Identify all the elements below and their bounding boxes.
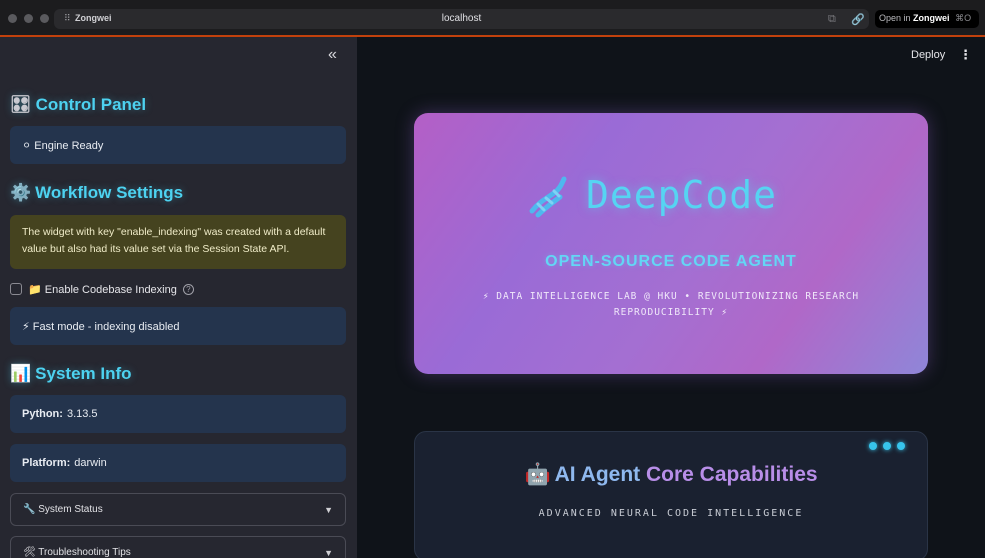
capabilities-card: 🤖 AI Agent Core Capabilities ADVANCED NEU… bbox=[414, 431, 928, 558]
indexing-status-text: ⚡ Fast mode - indexing disabled bbox=[22, 320, 180, 333]
help-icon[interactable]: ? bbox=[182, 283, 194, 295]
hero-logo: DeepCode bbox=[524, 171, 777, 219]
hero-tagline: ⚡ DATA INTELLIGENCE LAB @ HKU • REVOLUTI… bbox=[482, 291, 860, 318]
control-knobs-icon: 🎛 bbox=[10, 95, 32, 114]
bar-chart-icon: 📊 bbox=[10, 364, 32, 383]
enable-indexing-checkbox-row[interactable]: 📁 Enable Codebase Indexing ? bbox=[10, 280, 194, 298]
control-panel-title: Control Panel bbox=[35, 95, 147, 114]
system-info-heading: 📊 System Info bbox=[10, 364, 132, 384]
open-in-shortcut: ⌘O bbox=[955, 13, 972, 23]
browser-chrome: ⠿ Zongwei localhost ⧉ 🔗 Open in Zongwei … bbox=[0, 0, 985, 37]
gear-icon: ⚙️ bbox=[10, 183, 32, 202]
workflow-settings-heading: ⚙️ Workflow Settings bbox=[10, 183, 183, 203]
main-menu-icon[interactable]: ⋮ bbox=[959, 47, 972, 63]
python-version-card: Python: 3.13.5 bbox=[10, 395, 346, 433]
capabilities-title: 🤖 AI Agent Core Capabilities bbox=[415, 463, 927, 487]
collapse-sidebar-button[interactable]: « bbox=[328, 46, 337, 64]
open-in-button[interactable]: Open in Zongwei ⌘O bbox=[875, 10, 979, 28]
status-dots bbox=[869, 442, 905, 450]
platform-value: darwin bbox=[74, 457, 107, 469]
system-status-expander[interactable]: 🔧 System Status ▼ bbox=[10, 493, 346, 526]
url-text[interactable]: localhost bbox=[54, 13, 869, 24]
cast-icon[interactable]: ⧉ bbox=[828, 13, 836, 26]
open-in-label: Open in bbox=[879, 13, 911, 23]
troubleshooting-label: 🛠 Troubleshooting Tips bbox=[23, 547, 131, 558]
address-bar[interactable]: ⠿ Zongwei localhost ⧉ 🔗 bbox=[54, 9, 869, 29]
engine-status-text: ⚪ Engine Ready bbox=[22, 139, 104, 152]
capabilities-title-part1: AI Agent bbox=[554, 463, 641, 486]
system-status-label: 🔧 System Status bbox=[23, 504, 103, 515]
close-window-button[interactable] bbox=[8, 14, 17, 23]
enable-indexing-label[interactable]: 📁 Enable Codebase Indexing bbox=[28, 283, 177, 296]
workflow-settings-title: Workflow Settings bbox=[35, 183, 184, 202]
link-icon[interactable]: 🔗 bbox=[851, 13, 865, 26]
main-content: Deploy ⋮ DeepCode OPEN-SOURCE CODE AGENT… bbox=[357, 37, 985, 558]
enable-indexing-checkbox[interactable] bbox=[10, 283, 22, 295]
deploy-button[interactable]: Deploy bbox=[911, 49, 945, 61]
dna-icon bbox=[529, 176, 567, 218]
python-label: Python: bbox=[22, 408, 63, 420]
hero-subtitle: OPEN-SOURCE CODE AGENT bbox=[545, 253, 797, 270]
platform-card: Platform: darwin bbox=[10, 444, 346, 482]
engine-status-card: ⚪ Engine Ready bbox=[10, 126, 346, 164]
capabilities-title-part2: Core Capabilities bbox=[646, 463, 818, 486]
capabilities-subtitle: ADVANCED NEURAL CODE INTELLIGENCE bbox=[538, 508, 804, 519]
chevron-down-icon: ▼ bbox=[324, 504, 333, 515]
maximize-window-button[interactable] bbox=[40, 14, 49, 23]
system-info-title: System Info bbox=[35, 364, 132, 383]
minimize-window-button[interactable] bbox=[24, 14, 33, 23]
python-value: 3.13.5 bbox=[66, 408, 98, 420]
indexing-status-card: ⚡ Fast mode - indexing disabled bbox=[10, 307, 346, 345]
session-state-warning: The widget with key "enable_indexing" wa… bbox=[10, 215, 346, 269]
control-panel-heading: 🎛 Control Panel bbox=[10, 95, 146, 115]
sidebar: « 🎛 Control Panel ⚪ Engine Ready ⚙️ Workfl… bbox=[0, 37, 357, 558]
window-controls bbox=[8, 14, 49, 23]
robot-icon: 🤖 bbox=[524, 463, 551, 486]
platform-label: Platform: bbox=[22, 457, 71, 469]
troubleshooting-expander[interactable]: 🛠 Troubleshooting Tips ▼ bbox=[10, 536, 346, 558]
open-in-app: Zongwei bbox=[913, 13, 950, 23]
hero-title: DeepCode bbox=[586, 173, 778, 217]
deepcode-hero-banner: DeepCode OPEN-SOURCE CODE AGENT ⚡ DATA I… bbox=[414, 113, 928, 374]
chevron-down-icon: ▼ bbox=[324, 547, 333, 558]
